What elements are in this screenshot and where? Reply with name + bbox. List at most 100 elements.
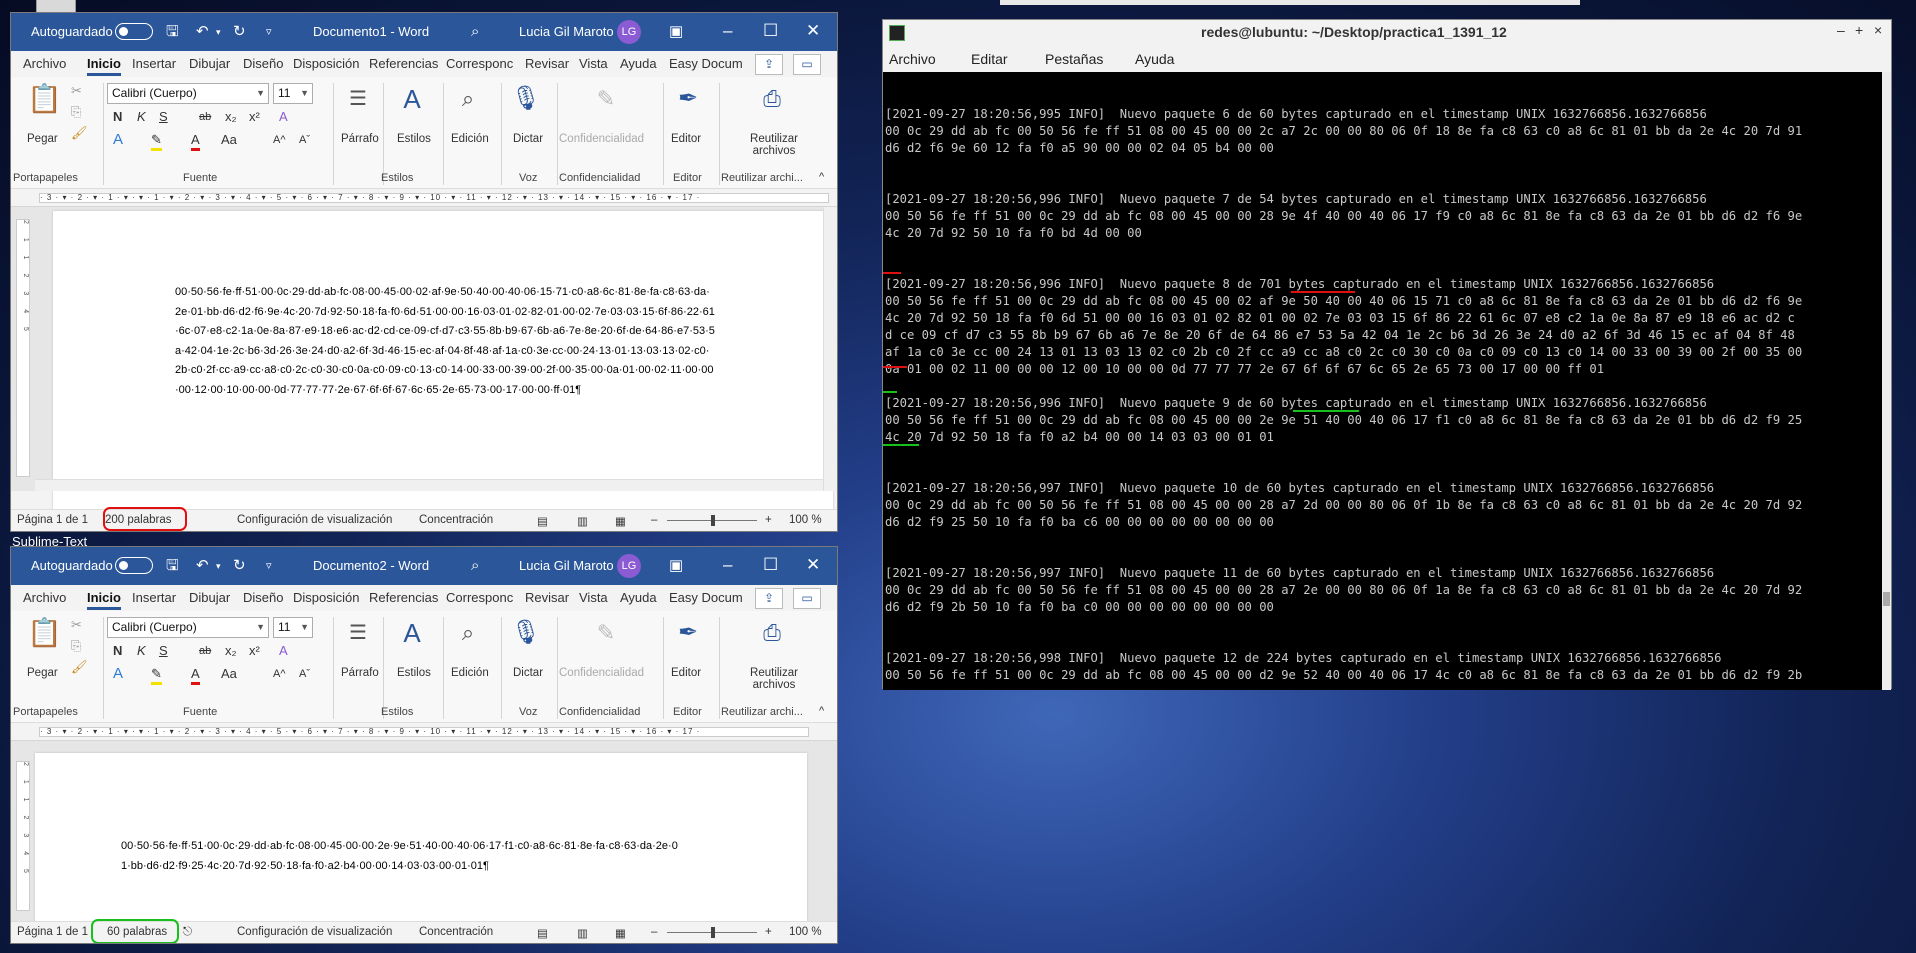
zoom-in-icon[interactable]: +: [765, 926, 772, 938]
print-layout-icon[interactable]: ▥: [577, 514, 588, 528]
styles-button[interactable]: Estilos: [397, 133, 431, 145]
display-settings-button[interactable]: Configuración de visualización: [237, 514, 392, 526]
grow-font-button[interactable]: A^: [273, 666, 286, 682]
comments-icon[interactable]: ▭: [793, 54, 821, 75]
italic-button[interactable]: K: [137, 643, 146, 659]
search-icon[interactable]: ⌕: [471, 557, 479, 575]
horizontal-ruler[interactable]: · 3 · ▾ · 2 · ▾ · 1 · ▾ · ▾ · 1 · ▾ · 2 …: [11, 723, 837, 741]
redo-icon[interactable]: ↻: [233, 23, 246, 41]
paragraph-button[interactable]: Párrafo: [341, 133, 379, 145]
tab-referencias[interactable]: Referencias: [369, 590, 438, 605]
paragraph-icon[interactable]: ☰: [341, 83, 375, 115]
undo-icon[interactable]: ↶: [196, 23, 209, 41]
menu-ayuda[interactable]: Ayuda: [1135, 51, 1174, 67]
tab-vista[interactable]: Vista: [579, 56, 608, 71]
format-painter-icon[interactable]: 🖌: [71, 659, 88, 675]
ribbon-display-icon[interactable]: ▣: [669, 23, 683, 41]
print-layout-icon[interactable]: ▥: [577, 926, 588, 940]
document-page[interactable]: 00·50·56·fe·ff·51·00·0c·29·dd·ab·fc·08·0…: [53, 211, 833, 511]
close-icon[interactable]: ×: [1874, 22, 1882, 38]
menu-pestanas[interactable]: Pestañas: [1045, 51, 1103, 67]
tab-correspondencia[interactable]: Corresponc: [446, 56, 513, 71]
tab-revisar[interactable]: Revisar: [525, 590, 569, 605]
tab-vista[interactable]: Vista: [579, 590, 608, 605]
customize-qat-icon[interactable]: ▿: [266, 557, 272, 575]
shrink-font-button[interactable]: Aˇ: [299, 132, 310, 148]
avatar[interactable]: LG: [617, 554, 641, 578]
tab-correspondencia[interactable]: Corresponc: [446, 590, 513, 605]
font-size-combo[interactable]: 11 ▼: [273, 83, 313, 104]
terminal-scrollbar[interactable]: [1882, 72, 1891, 690]
display-settings-button[interactable]: Configuración de visualización: [237, 926, 392, 938]
tab-disposicion[interactable]: Disposición: [293, 56, 359, 71]
avatar[interactable]: LG: [617, 20, 641, 44]
paragraph-button[interactable]: Párrafo: [341, 667, 379, 679]
strikethrough-button[interactable]: ab: [199, 643, 211, 659]
shrink-font-button[interactable]: Aˇ: [299, 666, 310, 682]
maximize-icon[interactable]: +: [1855, 22, 1863, 38]
vertical-scrollbar[interactable]: [823, 207, 837, 491]
zoom-slider-thumb[interactable]: [711, 927, 715, 938]
tab-diseno[interactable]: Diseño: [243, 590, 283, 605]
editor-icon[interactable]: ✒: [671, 83, 705, 115]
read-mode-icon[interactable]: ▤: [537, 514, 548, 528]
tab-archivo[interactable]: Archivo: [23, 56, 66, 71]
tab-insertar[interactable]: Insertar: [132, 590, 176, 605]
close-icon[interactable]: ✕: [806, 555, 820, 575]
zoom-level[interactable]: 100 %: [789, 926, 822, 938]
zoom-in-icon[interactable]: +: [765, 514, 772, 526]
maximize-icon[interactable]: ☐: [763, 555, 778, 575]
zoom-level[interactable]: 100 %: [789, 514, 822, 526]
tab-referencias[interactable]: Referencias: [369, 56, 438, 71]
reuse-files-icon[interactable]: ⎙: [755, 617, 789, 649]
italic-button[interactable]: K: [137, 109, 146, 125]
share-icon[interactable]: ⇪: [755, 54, 783, 75]
search-icon[interactable]: ⌕: [451, 83, 485, 115]
comments-icon[interactable]: ▭: [793, 588, 821, 609]
focus-button[interactable]: Concentración: [419, 926, 493, 938]
clear-format-button[interactable]: A: [279, 109, 288, 125]
bold-button[interactable]: N: [113, 109, 122, 125]
change-case-button[interactable]: Aa: [221, 666, 237, 682]
tab-easy-document[interactable]: Easy Docum: [669, 590, 743, 605]
zoom-out-icon[interactable]: –: [651, 926, 657, 938]
undo-dropdown-icon[interactable]: ▾: [216, 23, 221, 41]
dictate-button[interactable]: Dictar: [513, 667, 543, 679]
reuse-files-button[interactable]: Reutilizar archivos: [729, 133, 819, 157]
tab-inicio[interactable]: Inicio: [87, 590, 121, 610]
editor-button[interactable]: Editor: [671, 133, 701, 145]
copy-icon[interactable]: ⎘: [71, 638, 81, 654]
reuse-files-icon[interactable]: ⎙: [755, 83, 789, 115]
text-effects-button[interactable]: A: [113, 666, 123, 682]
styles-icon[interactable]: A: [395, 617, 429, 649]
underline-button[interactable]: S: [159, 109, 168, 125]
horizontal-scrollbar[interactable]: [35, 479, 823, 491]
tab-ayuda[interactable]: Ayuda: [620, 590, 657, 605]
search-icon[interactable]: ⌕: [451, 617, 485, 649]
zoom-out-icon[interactable]: –: [651, 514, 657, 526]
menu-archivo[interactable]: Archivo: [889, 51, 936, 67]
accessibility-icon[interactable]: ⎋: [183, 926, 192, 939]
tab-ayuda[interactable]: Ayuda: [620, 56, 657, 71]
search-icon[interactable]: ⌕: [471, 23, 479, 41]
customize-qat-icon[interactable]: ▿: [266, 23, 272, 41]
word-count[interactable]: 60 palabras: [107, 926, 167, 938]
format-painter-icon[interactable]: 🖌: [71, 125, 88, 141]
tab-inicio[interactable]: Inicio: [87, 56, 121, 76]
minimize-icon[interactable]: –: [723, 555, 732, 575]
page-info[interactable]: Página 1 de 1: [17, 514, 88, 526]
highlight-button[interactable]: ✎: [151, 666, 162, 685]
underline-button[interactable]: S: [159, 643, 168, 659]
editor-icon[interactable]: ✒: [671, 617, 705, 649]
web-layout-icon[interactable]: ▦: [615, 926, 626, 940]
document-text[interactable]: 00·50·56·fe·ff·51·00·0c·29·dd·ab·fc·08·0…: [175, 283, 715, 400]
font-size-combo[interactable]: 11 ▼: [273, 617, 313, 638]
share-icon[interactable]: ⇪: [755, 588, 783, 609]
collapse-ribbon-icon[interactable]: ^: [819, 703, 824, 719]
document-page[interactable]: 00·50·56·fe·ff·51·00·0c·29·dd·ab·fc·08·0…: [35, 753, 807, 943]
superscript-button[interactable]: x²: [249, 109, 260, 125]
vertical-ruler[interactable]: 2 1 1 2 3 4 5: [16, 761, 30, 911]
page-info[interactable]: Página 1 de 1: [17, 926, 88, 938]
clear-format-button[interactable]: A: [279, 643, 288, 659]
microphone-icon[interactable]: 🎙: [509, 617, 543, 649]
